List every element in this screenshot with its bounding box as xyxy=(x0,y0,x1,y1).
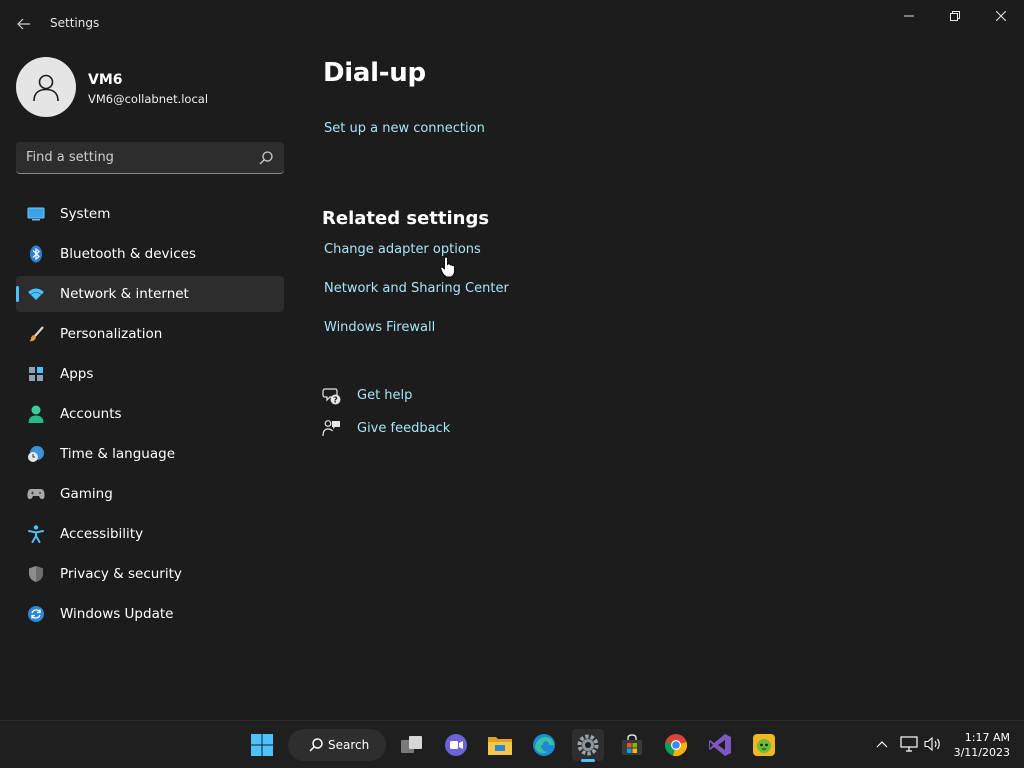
taskbar-file-explorer[interactable] xyxy=(484,729,516,761)
search-icon[interactable] xyxy=(258,150,274,166)
feedback-icon xyxy=(322,420,340,437)
tray-overflow-button[interactable] xyxy=(873,735,891,753)
taskbar-chat[interactable] xyxy=(440,729,472,761)
sidebar-item-bluetooth[interactable]: Bluetooth & devices xyxy=(16,236,284,272)
search-input[interactable] xyxy=(16,142,246,172)
chat-icon xyxy=(445,734,467,756)
taskbar-search[interactable]: Search xyxy=(288,729,386,761)
minimize-button[interactable] xyxy=(886,0,932,32)
shield-icon xyxy=(27,565,45,583)
page-title: Dial-up xyxy=(323,58,426,88)
search-box[interactable] xyxy=(16,142,284,174)
taskbar-edge[interactable] xyxy=(528,729,560,761)
start-icon xyxy=(251,734,273,756)
sidebar-item-privacy-security[interactable]: Privacy & security xyxy=(16,556,284,592)
sidebar-item-network[interactable]: Network & internet xyxy=(16,276,284,312)
task-view-icon xyxy=(401,736,422,753)
sidebar-item-label: Accessibility xyxy=(60,526,144,542)
sidebar-item-time-language[interactable]: Time & language xyxy=(16,436,284,472)
sidebar-item-accounts[interactable]: Accounts xyxy=(16,396,284,432)
sidebar-item-label: Windows Update xyxy=(60,606,174,622)
sidebar-item-label: Gaming xyxy=(60,486,113,502)
avatar[interactable] xyxy=(16,57,76,117)
sidebar-item-accessibility[interactable]: Accessibility xyxy=(16,516,284,552)
taskbar-store[interactable] xyxy=(616,729,648,761)
windows-firewall-link[interactable]: Windows Firewall xyxy=(324,320,435,335)
sidebar-item-label: System xyxy=(60,206,111,222)
update-icon xyxy=(27,605,45,623)
taskbar-search-label: Search xyxy=(328,738,370,752)
clock-globe-icon xyxy=(27,445,45,463)
chrome-icon xyxy=(665,734,688,757)
gamepad-icon xyxy=(27,485,45,503)
network-icon xyxy=(900,736,918,752)
taskbar-task-view[interactable] xyxy=(396,729,428,761)
sidebar-item-system[interactable]: System xyxy=(16,196,284,232)
sidebar-item-label: Apps xyxy=(60,366,94,382)
visual-studio-icon xyxy=(709,734,731,756)
sidebar-item-gaming[interactable]: Gaming xyxy=(16,476,284,512)
system-icon xyxy=(27,205,45,223)
search-icon xyxy=(309,738,323,752)
sidebar-item-personalization[interactable]: Personalization xyxy=(16,316,284,352)
restore-button[interactable] xyxy=(932,0,978,32)
chevron-up-icon xyxy=(876,741,888,748)
related-settings-title: Related settings xyxy=(322,208,490,229)
settings-icon xyxy=(577,734,599,756)
svg-text:?: ? xyxy=(333,396,338,405)
tray-volume[interactable] xyxy=(924,735,942,753)
restore-icon xyxy=(950,11,960,21)
taskbar-clock[interactable]: 1:17 AM 3/11/2023 xyxy=(954,730,1010,760)
give-feedback-link[interactable]: Give feedback xyxy=(357,421,450,436)
sidebar-item-windows-update[interactable]: Windows Update xyxy=(16,596,284,632)
sidebar-item-label: Personalization xyxy=(60,326,163,342)
sidebar-item-label: Bluetooth & devices xyxy=(60,246,197,262)
taskbar: Search 1:17 AM 3/11/2023 xyxy=(0,720,1024,768)
taskbar-settings[interactable] xyxy=(572,729,604,762)
taskbar-chrome[interactable] xyxy=(660,729,692,761)
sidebar-item-label: Accounts xyxy=(60,406,122,422)
get-help-link[interactable]: Get help xyxy=(357,388,412,403)
sidebar-item-label: Time & language xyxy=(60,446,176,462)
accessibility-icon xyxy=(27,525,45,543)
close-icon xyxy=(996,11,1006,21)
taskbar-game[interactable] xyxy=(748,729,780,761)
close-button[interactable] xyxy=(978,0,1024,32)
sidebar-item-apps[interactable]: Apps xyxy=(16,356,284,392)
game-icon xyxy=(753,734,775,756)
taskbar-visual-studio[interactable] xyxy=(704,729,736,761)
tray-network[interactable] xyxy=(900,735,918,753)
back-arrow-icon xyxy=(17,18,30,30)
taskbar-start[interactable] xyxy=(246,729,278,761)
brush-icon xyxy=(27,325,45,343)
bluetooth-icon xyxy=(27,245,45,263)
user-email: VM6@collabnet.local xyxy=(88,92,209,106)
store-icon xyxy=(622,734,642,755)
setup-connection-link[interactable]: Set up a new connection xyxy=(324,121,485,136)
apps-icon xyxy=(27,365,45,383)
back-button[interactable] xyxy=(10,10,38,38)
wifi-icon xyxy=(27,285,45,303)
network-sharing-center-link[interactable]: Network and Sharing Center xyxy=(324,281,509,296)
file-explorer-icon xyxy=(488,737,512,755)
accounts-icon xyxy=(27,405,45,423)
title-bar: Settings xyxy=(0,0,1024,48)
edge-icon xyxy=(533,734,555,756)
user-name: VM6 xyxy=(88,72,123,88)
change-adapter-options-link[interactable]: Change adapter options xyxy=(324,242,481,257)
hand-cursor-icon xyxy=(440,256,455,278)
clock-time: 1:17 AM xyxy=(964,731,1010,744)
volume-icon xyxy=(924,736,940,752)
help-chat-icon: ? xyxy=(322,388,341,405)
sidebar-nav: System Bluetooth & devices Network & int… xyxy=(16,196,284,636)
minimize-icon xyxy=(904,15,914,17)
user-icon xyxy=(33,74,59,102)
app-title: Settings xyxy=(50,16,100,30)
sidebar-item-label: Privacy & security xyxy=(60,566,182,582)
clock-date: 3/11/2023 xyxy=(953,746,1010,759)
sidebar-item-label: Network & internet xyxy=(60,286,189,302)
